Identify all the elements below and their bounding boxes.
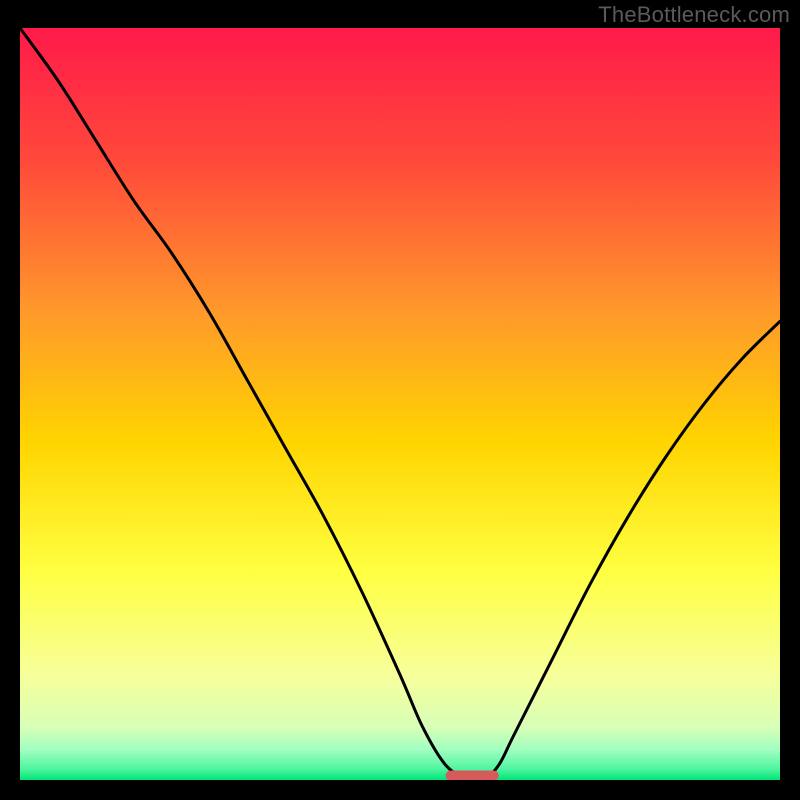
watermark-text: TheBottleneck.com — [598, 2, 790, 28]
optimal-marker-pill — [446, 770, 499, 780]
chart-svg — [20, 28, 780, 780]
chart-frame: TheBottleneck.com — [0, 0, 800, 800]
optimal-marker — [446, 770, 499, 780]
gradient-background — [20, 28, 780, 780]
plot-area — [20, 28, 780, 780]
